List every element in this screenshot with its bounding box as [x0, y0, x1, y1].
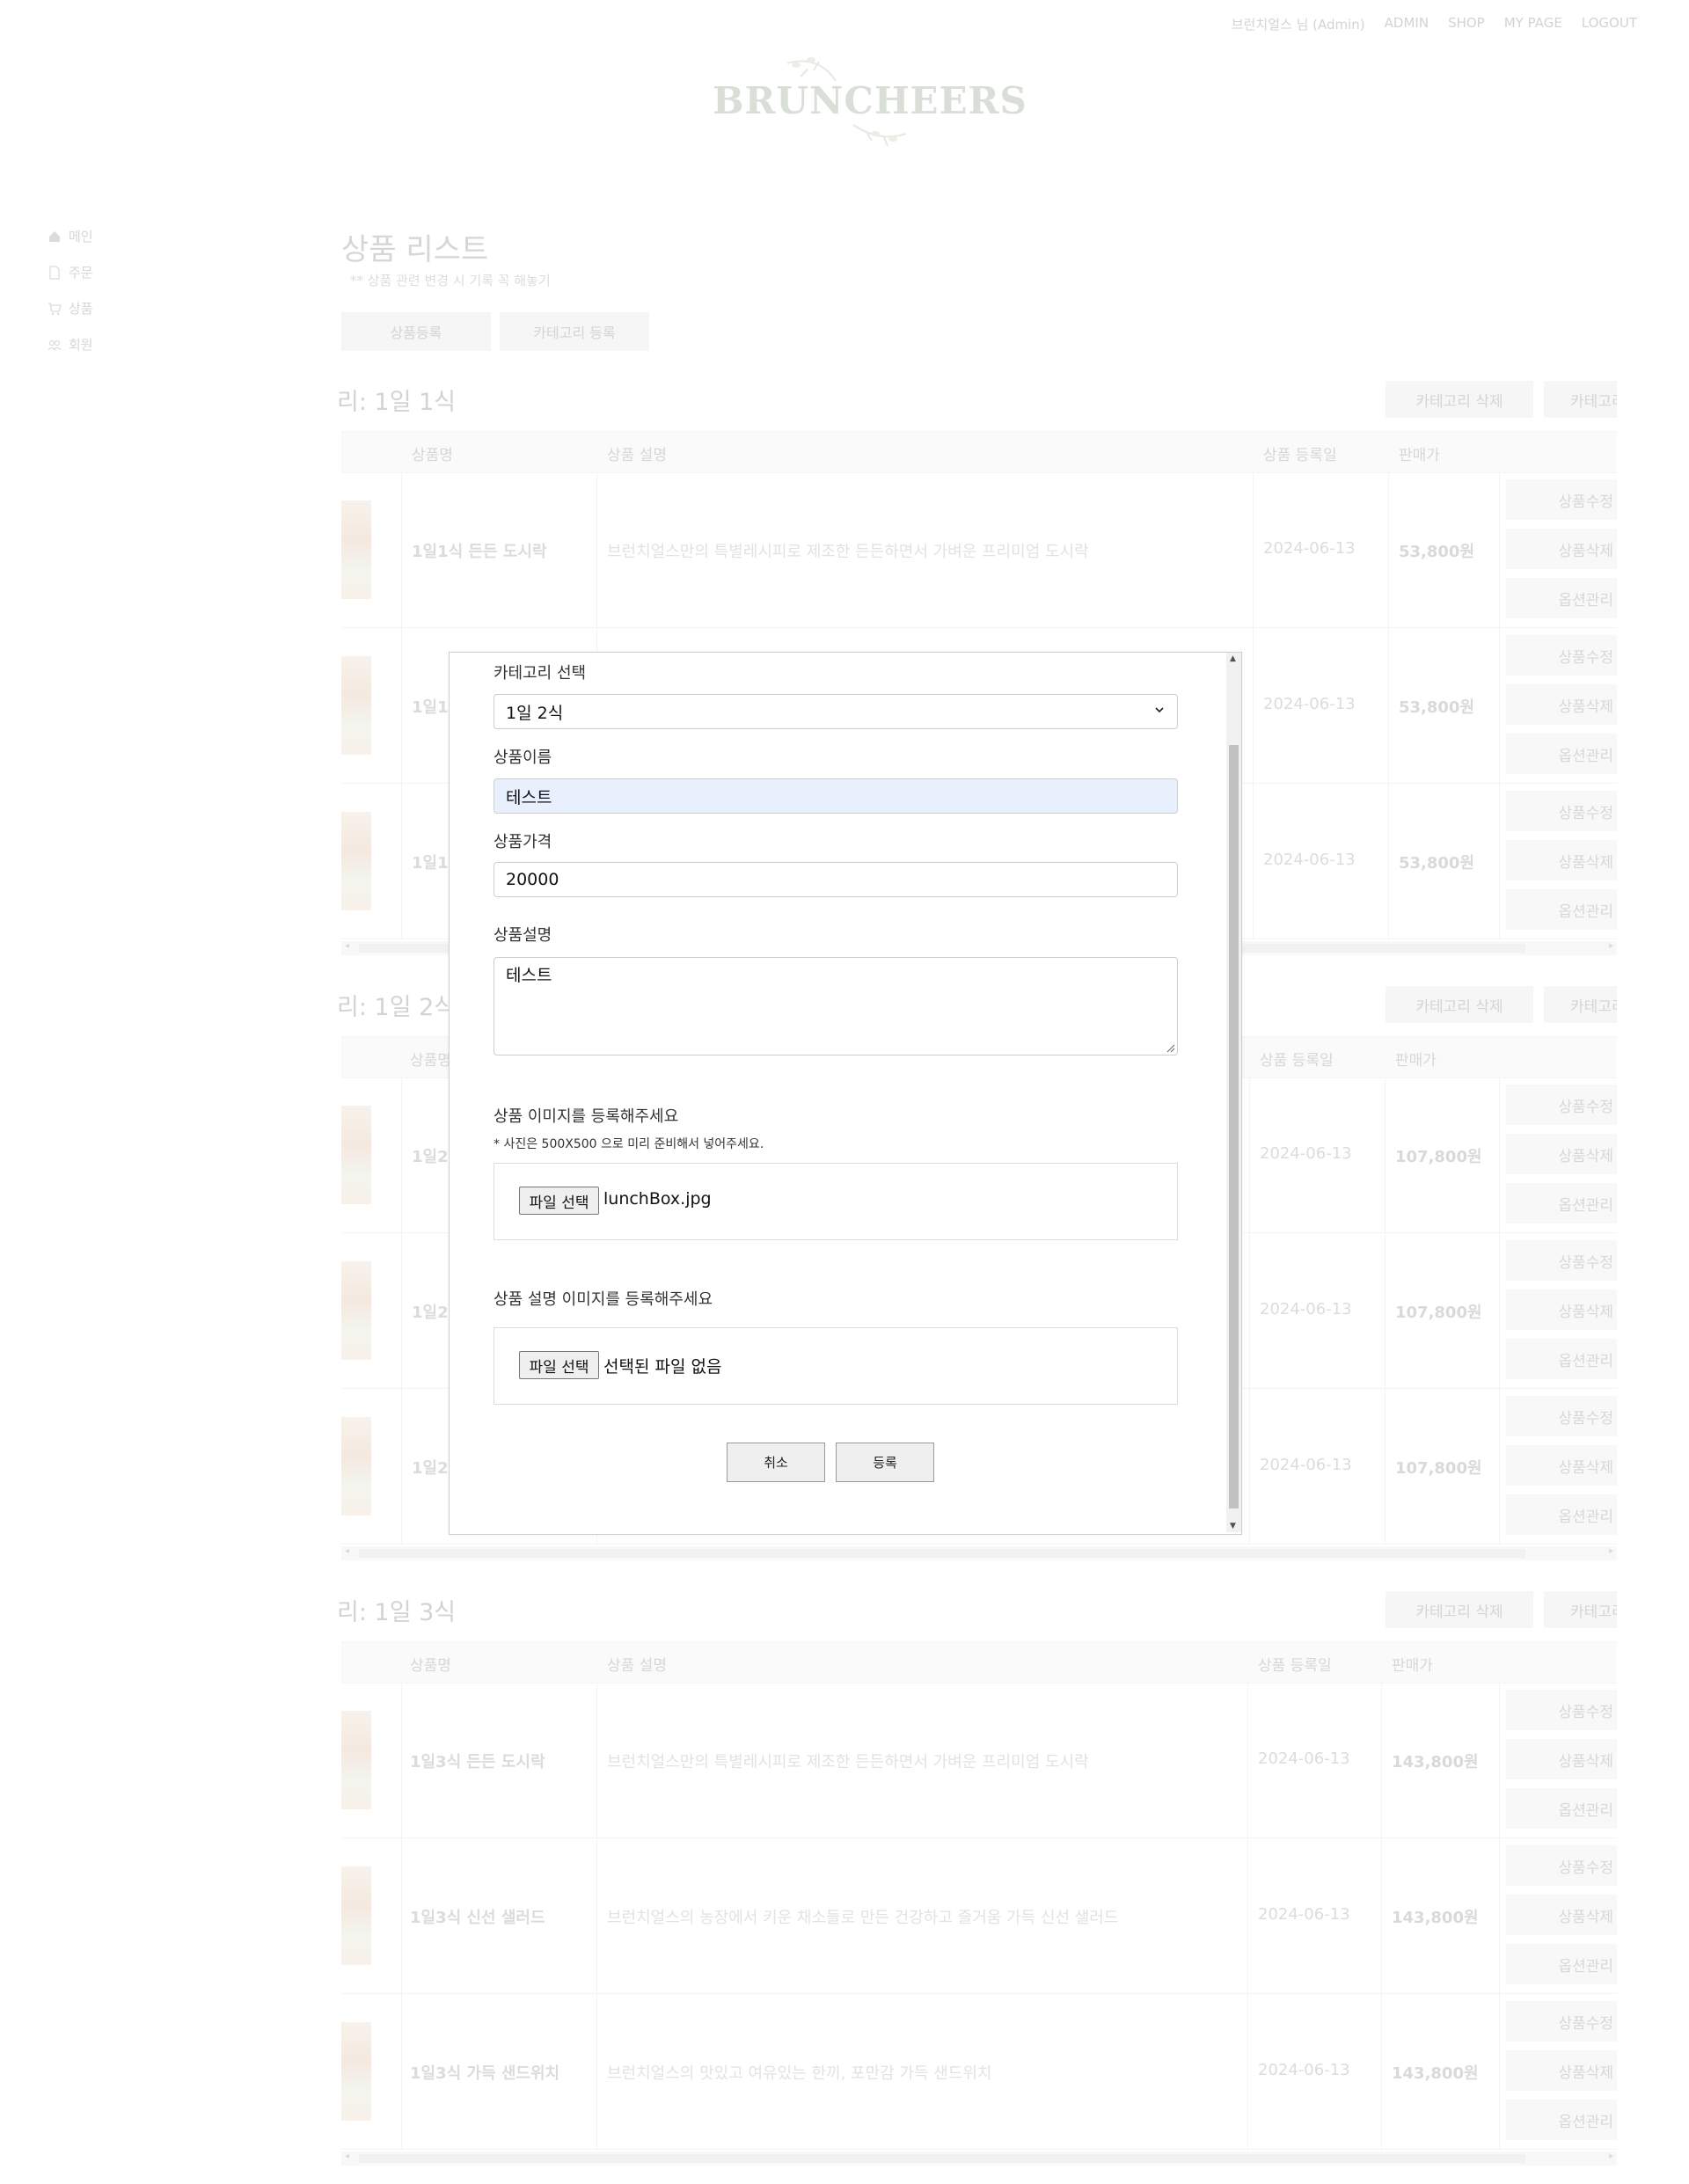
product-image-hint: * 사진은 500X500 으로 미리 준비해서 넣어주세요. — [494, 1137, 764, 1151]
product-description-label: 상품설명 — [494, 926, 552, 945]
product-price-input[interactable]: 20000 — [494, 862, 1178, 897]
product-name-value: 테스트 — [506, 787, 552, 807]
scrollbar-thumb[interactable] — [1229, 745, 1239, 1508]
selected-image-filename: lunchBox.jpg — [603, 1189, 712, 1209]
choose-detail-file-button[interactable]: 파일 선택 — [519, 1351, 599, 1379]
modal-vertical-scrollbar[interactable]: ▲ ▼ — [1226, 653, 1241, 1532]
choose-image-file-button[interactable]: 파일 선택 — [519, 1187, 599, 1215]
scroll-up-icon[interactable]: ▲ — [1230, 654, 1236, 663]
product-image-upload: 파일 선택 lunchBox.jpg — [494, 1163, 1178, 1240]
scroll-down-icon[interactable]: ▼ — [1230, 1522, 1236, 1530]
resize-handle-icon[interactable] — [1166, 1044, 1175, 1053]
product-description-textarea[interactable]: 테스트 — [494, 957, 1178, 1055]
product-price-label: 상품가격 — [494, 833, 552, 851]
add-product-modal: 카테고리 선택 1일 2식 상품이름 테스트 상품가격 20000 상품설명 테… — [449, 652, 1242, 1535]
category-select[interactable]: 1일 2식 — [494, 694, 1178, 729]
product-image-label: 상품 이미지를 등록해주세요 — [494, 1107, 679, 1126]
category-select-value: 1일 2식 — [506, 703, 564, 723]
cancel-button[interactable]: 취소 — [727, 1443, 825, 1482]
detail-image-label: 상품 설명 이미지를 등록해주세요 — [494, 1290, 713, 1309]
chevron-down-icon — [1155, 707, 1164, 713]
product-description-value: 테스트 — [506, 966, 552, 985]
submit-button[interactable]: 등록 — [836, 1443, 934, 1482]
selected-detail-filename: 선택된 파일 없음 — [603, 1357, 722, 1377]
product-name-label: 상품이름 — [494, 749, 552, 767]
product-name-input[interactable]: 테스트 — [494, 778, 1178, 814]
product-price-value: 20000 — [506, 870, 559, 889]
category-select-label: 카테고리 선택 — [494, 664, 587, 683]
detail-image-upload: 파일 선택 선택된 파일 없음 — [494, 1327, 1178, 1405]
